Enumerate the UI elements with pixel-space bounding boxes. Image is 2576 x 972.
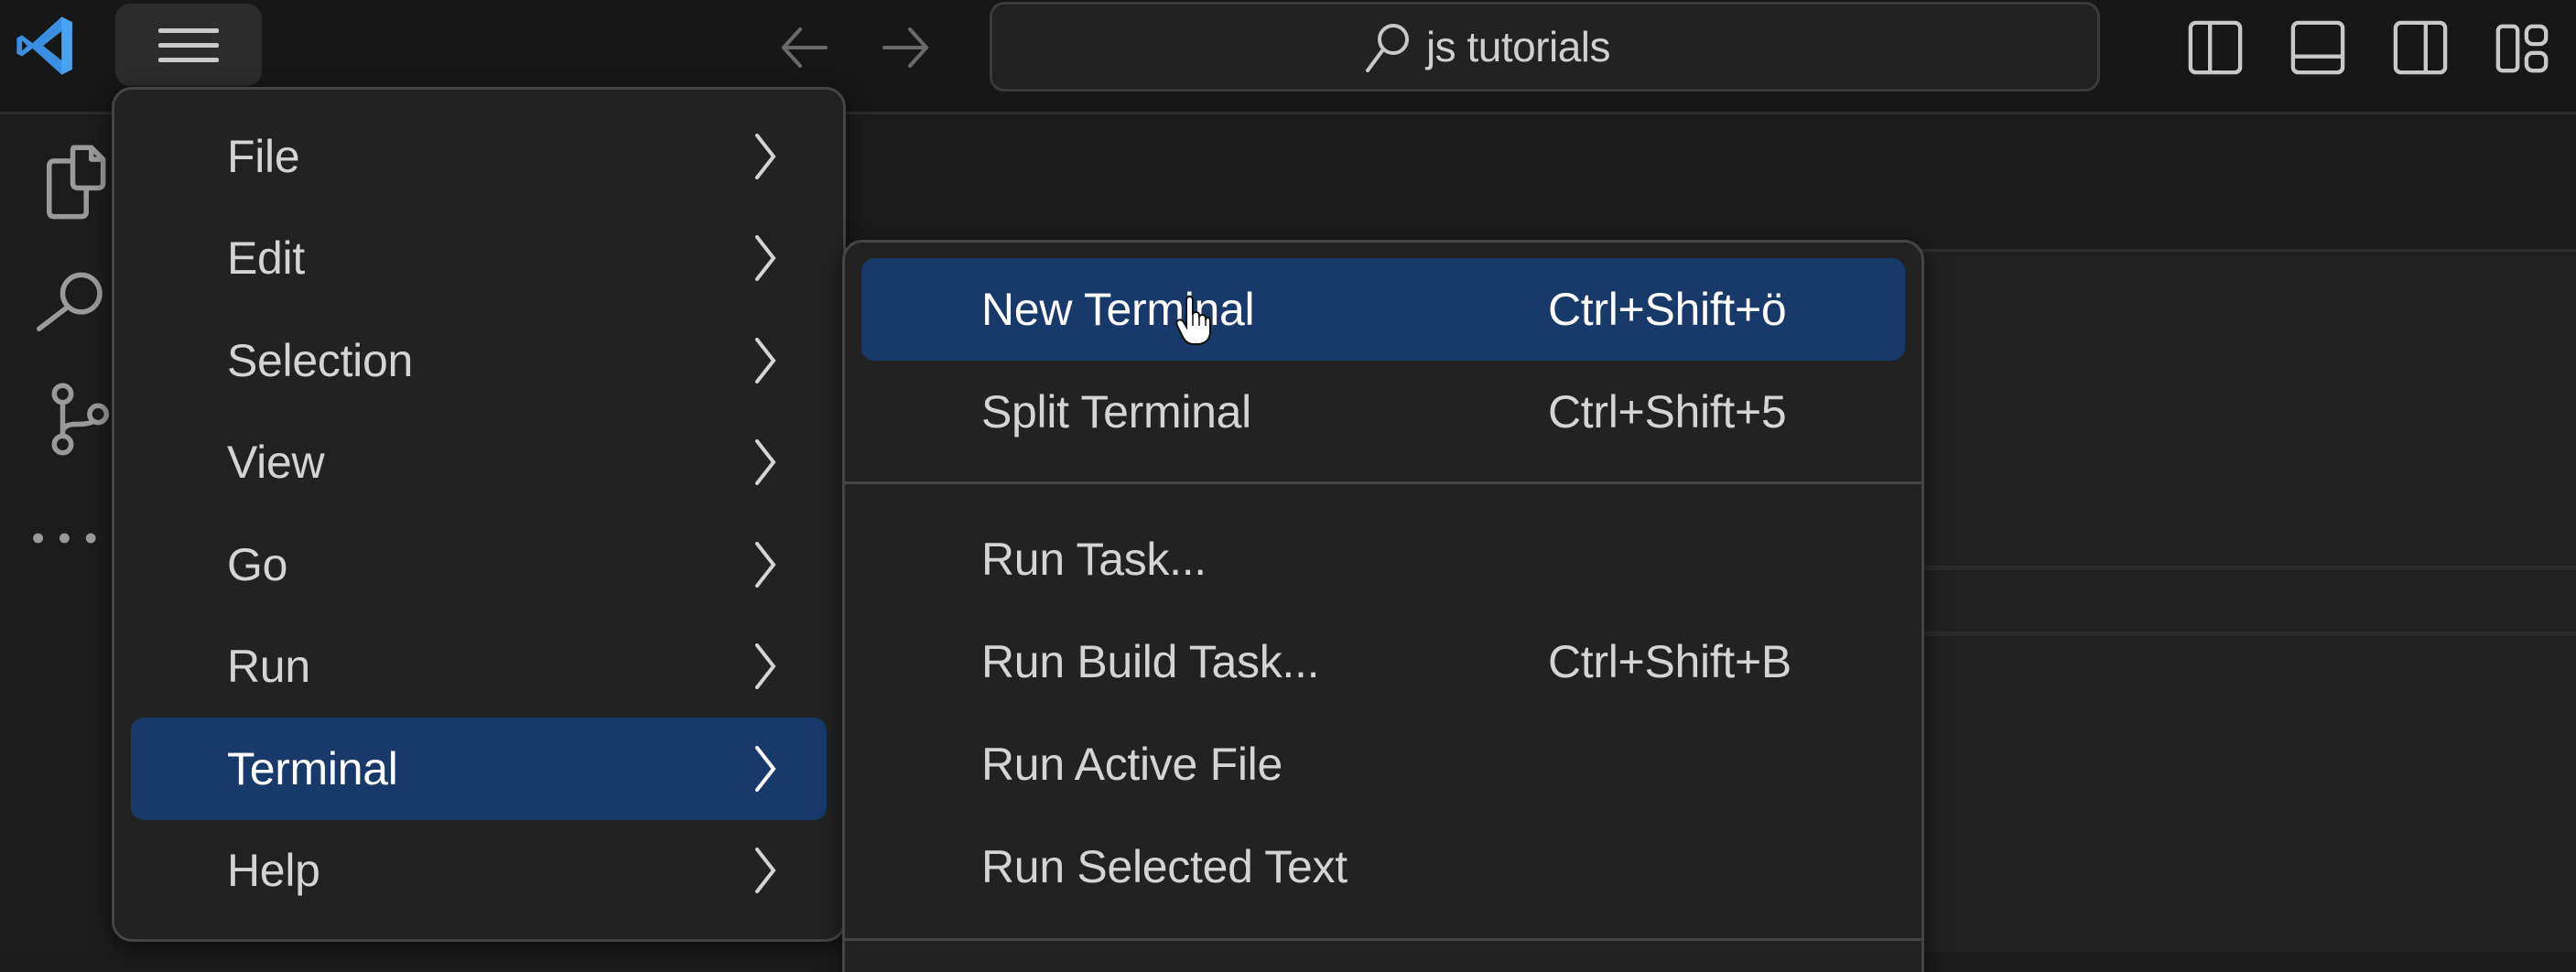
toggle-panel-button[interactable]: [2289, 18, 2347, 77]
hamburger-menu-icon: [158, 28, 219, 62]
source-control-icon: [51, 383, 110, 456]
chevron-right-icon: [755, 848, 776, 894]
keyboard-shortcut: Ctrl+Shift+ö: [1548, 284, 1787, 335]
chevron-right-icon: [755, 337, 776, 383]
ellipsis-icon: [33, 533, 96, 544]
toggle-secondary-sidebar-button[interactable]: [2391, 18, 2450, 77]
submenu-item-run-task[interactable]: Run Task...: [861, 508, 1905, 610]
layout-sidebar-left-icon: [2188, 20, 2243, 75]
menu-separator: [842, 481, 1924, 484]
menu-item-run[interactable]: Run: [131, 616, 827, 718]
application-menu-button[interactable]: [115, 4, 262, 86]
search-icon: [1365, 24, 1409, 72]
terminal-submenu: New Terminal Ctrl+Shift+ö Split Terminal…: [842, 240, 1924, 972]
chevron-right-icon: [755, 133, 776, 179]
submenu-item-split-terminal[interactable]: Split Terminal Ctrl+Shift+5: [861, 361, 1905, 463]
activity-more[interactable]: [0, 483, 112, 593]
submenu-item-label: New Terminal: [981, 284, 1255, 335]
menu-item-go[interactable]: Go: [131, 513, 827, 616]
customize-layout-button[interactable]: [2494, 18, 2552, 77]
panel-divider: [1909, 566, 2576, 570]
panel-divider: [1909, 632, 2576, 636]
layout-panel-icon: [2290, 20, 2345, 75]
submenu-item-label: Run Active File: [981, 739, 1283, 790]
chevron-right-icon: [755, 235, 776, 282]
arrow-left-icon: [782, 27, 828, 68]
submenu-item-new-terminal[interactable]: New Terminal Ctrl+Shift+ö: [861, 258, 1905, 361]
menu-item-label: Terminal: [227, 742, 398, 794]
layout-sidebar-right-icon: [2393, 20, 2448, 75]
menu-item-label: Go: [227, 538, 288, 590]
menu-item-label: Selection: [227, 334, 413, 386]
menu-item-label: Run: [227, 641, 310, 693]
menu-item-view[interactable]: View: [131, 412, 827, 514]
go-back-button[interactable]: [776, 20, 831, 75]
submenu-item-label: Run Selected Text: [981, 841, 1348, 892]
submenu-item-run-selected-text[interactable]: Run Selected Text: [861, 815, 1905, 918]
menu-item-label: File: [227, 130, 300, 182]
arrow-right-icon: [882, 27, 928, 68]
submenu-item-label: Run Build Task...: [981, 636, 1320, 687]
submenu-item-label: Run Task...: [981, 534, 1207, 585]
menu-item-edit[interactable]: Edit: [131, 208, 827, 310]
editor-area: [1909, 249, 2576, 952]
menu-item-help[interactable]: Help: [131, 820, 827, 923]
files-icon: [47, 145, 106, 220]
submenu-item-label: Split Terminal: [981, 386, 1251, 437]
chevron-right-icon: [755, 541, 776, 588]
menu-separator: [842, 938, 1924, 941]
activity-bar: [0, 117, 112, 952]
vscode-logo-icon: [13, 13, 79, 79]
submenu-item-run-build-task[interactable]: Run Build Task... Ctrl+Shift+B: [861, 610, 1905, 713]
application-menu: File Edit Selection View Go Run Terminal…: [112, 87, 846, 942]
menu-item-selection[interactable]: Selection: [131, 309, 827, 412]
toggle-primary-sidebar-button[interactable]: [2186, 18, 2245, 77]
chevron-right-icon: [755, 745, 776, 792]
chevron-right-icon: [755, 439, 776, 486]
activity-source-control[interactable]: [0, 364, 112, 474]
menu-item-terminal[interactable]: Terminal: [131, 718, 827, 820]
activity-explorer[interactable]: [0, 126, 112, 236]
menu-item-label: View: [227, 437, 325, 489]
search-icon: [36, 272, 103, 332]
activity-search[interactable]: [0, 245, 112, 355]
menu-item-file[interactable]: File: [131, 105, 827, 208]
menu-item-label: Edit: [227, 232, 305, 285]
layout-customize-icon: [2495, 24, 2549, 73]
chevron-right-icon: [755, 643, 776, 690]
menu-item-label: Help: [227, 845, 320, 897]
command-center-search[interactable]: js tutorials: [990, 2, 2100, 92]
go-forward-button[interactable]: [879, 20, 934, 75]
keyboard-shortcut: Ctrl+Shift+5: [1548, 386, 1787, 437]
submenu-item-run-active-file[interactable]: Run Active File: [861, 713, 1905, 815]
keyboard-shortcut: Ctrl+Shift+B: [1548, 636, 1791, 687]
command-center-text: js tutorials: [1425, 23, 1611, 70]
